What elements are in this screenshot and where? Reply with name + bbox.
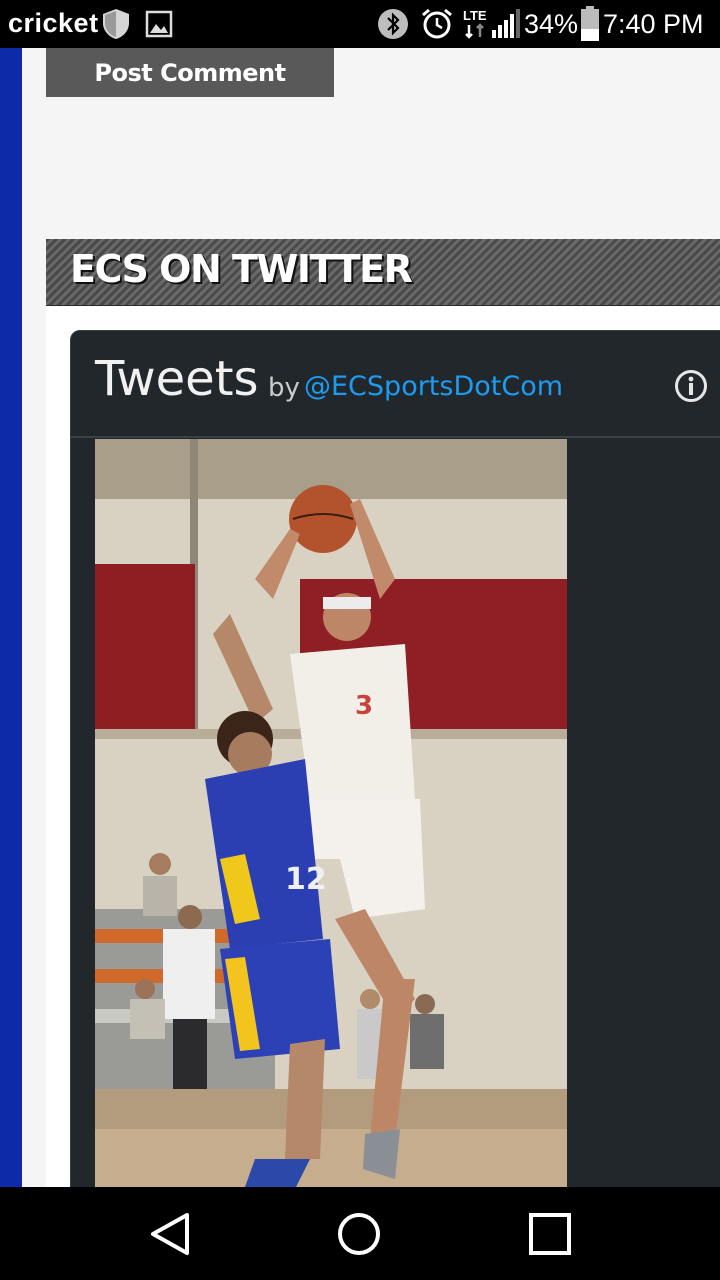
battery-percent: 34% bbox=[524, 9, 579, 39]
home-icon[interactable] bbox=[334, 1209, 384, 1259]
carrier-name: cricket bbox=[8, 8, 99, 38]
twitter-section-body: Tweets by @ECSportsDotCom 3 12 bbox=[46, 306, 720, 1187]
post-comment-button[interactable]: Post Comment bbox=[46, 48, 334, 97]
basketball-photo-illustration: 3 12 bbox=[95, 439, 567, 1187]
back-icon[interactable] bbox=[145, 1209, 195, 1259]
timeline-title: Tweets bbox=[95, 351, 259, 407]
timeline-header: Tweets by @ECSportsDotCom bbox=[71, 331, 720, 438]
web-page: Post Comment ECS ON TWITTER Tweets by @E… bbox=[0, 48, 720, 1187]
svg-text:3: 3 bbox=[355, 691, 373, 721]
svg-text:LTE: LTE bbox=[463, 8, 487, 23]
site-side-stripe bbox=[0, 48, 22, 1187]
clock: 7:40 PM bbox=[603, 9, 704, 39]
lte-icon: LTE bbox=[462, 6, 490, 45]
image-icon bbox=[145, 10, 173, 43]
battery-icon bbox=[580, 6, 600, 47]
signal-icon bbox=[490, 8, 522, 45]
timeline-by-label: by bbox=[268, 373, 300, 403]
section-title: ECS ON TWITTER bbox=[70, 247, 413, 291]
navigation-bar bbox=[0, 1187, 720, 1280]
twitter-handle-link[interactable]: @ECSportsDotCom bbox=[304, 371, 563, 402]
twitter-timeline-embed[interactable]: Tweets by @ECSportsDotCom 3 12 bbox=[70, 330, 720, 1187]
svg-text:12: 12 bbox=[285, 862, 327, 897]
shield-icon bbox=[101, 8, 131, 45]
recents-icon[interactable] bbox=[525, 1209, 575, 1259]
tweet-photo[interactable]: 3 12 bbox=[95, 439, 567, 1187]
alarm-icon bbox=[420, 7, 454, 46]
bluetooth-icon bbox=[377, 8, 409, 45]
status-bar: cricket LTE 34% 7:40 PM bbox=[0, 0, 720, 48]
info-icon[interactable] bbox=[674, 369, 708, 403]
twitter-section-header: ECS ON TWITTER bbox=[46, 239, 720, 307]
